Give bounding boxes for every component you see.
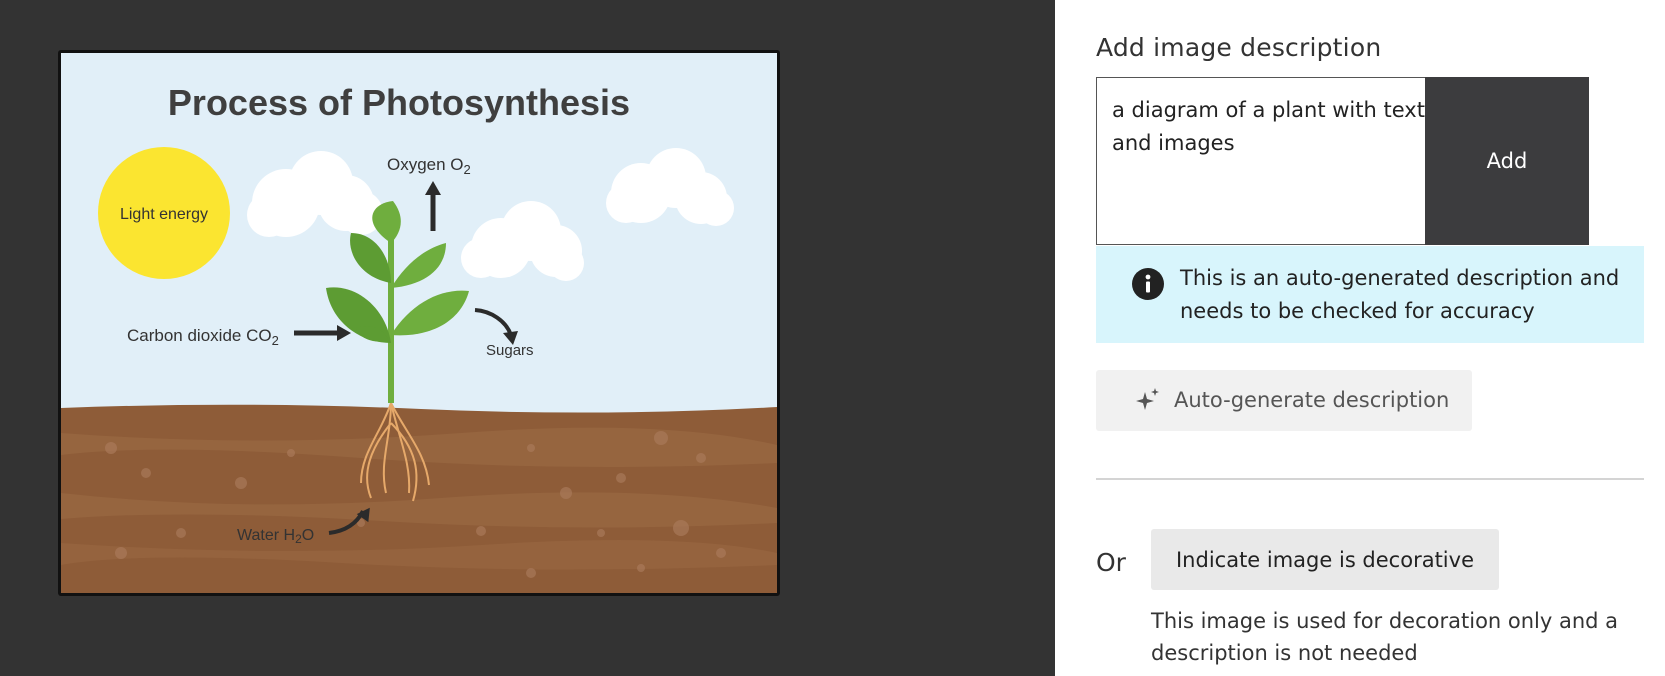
image-title: Process of Photosynthesis [168, 82, 630, 123]
auto-generated-notice: This is an auto-generated description an… [1096, 246, 1644, 343]
light-energy-label: Light energy [120, 206, 208, 223]
description-value: a diagram of a plant with text and image… [1112, 98, 1425, 155]
add-button[interactable]: Add [1425, 77, 1589, 245]
photosynthesis-image: Process of Photosynthesis Light energy O… [58, 50, 780, 596]
or-label: Or [1096, 548, 1126, 577]
decorative-note: This image is used for decoration only a… [1151, 609, 1619, 665]
sugars-label: Sugars [486, 342, 534, 359]
sparkle-icon [1136, 388, 1159, 410]
auto-generate-button[interactable]: Auto-generate description [1096, 370, 1472, 431]
divider [1096, 478, 1644, 480]
water-label: Water H2O [237, 527, 314, 546]
panel-heading: Add image description [1096, 33, 1382, 62]
carbon-dioxide-label: Carbon dioxide CO2 [127, 326, 279, 348]
oxygen-label: Oxygen O2 [387, 155, 471, 177]
photosynthesis-diagram: Process of Photosynthesis Light energy O… [61, 53, 777, 593]
info-icon [1132, 268, 1164, 300]
description-textarea[interactable]: a diagram of a plant with text and image… [1096, 77, 1481, 245]
image-preview-pane: Process of Photosynthesis Light energy O… [0, 0, 1055, 676]
notice-text: This is an auto-generated description an… [1180, 266, 1620, 323]
auto-generate-label: Auto-generate description [1174, 388, 1450, 412]
indicate-decorative-button[interactable]: Indicate image is decorative [1151, 529, 1499, 590]
